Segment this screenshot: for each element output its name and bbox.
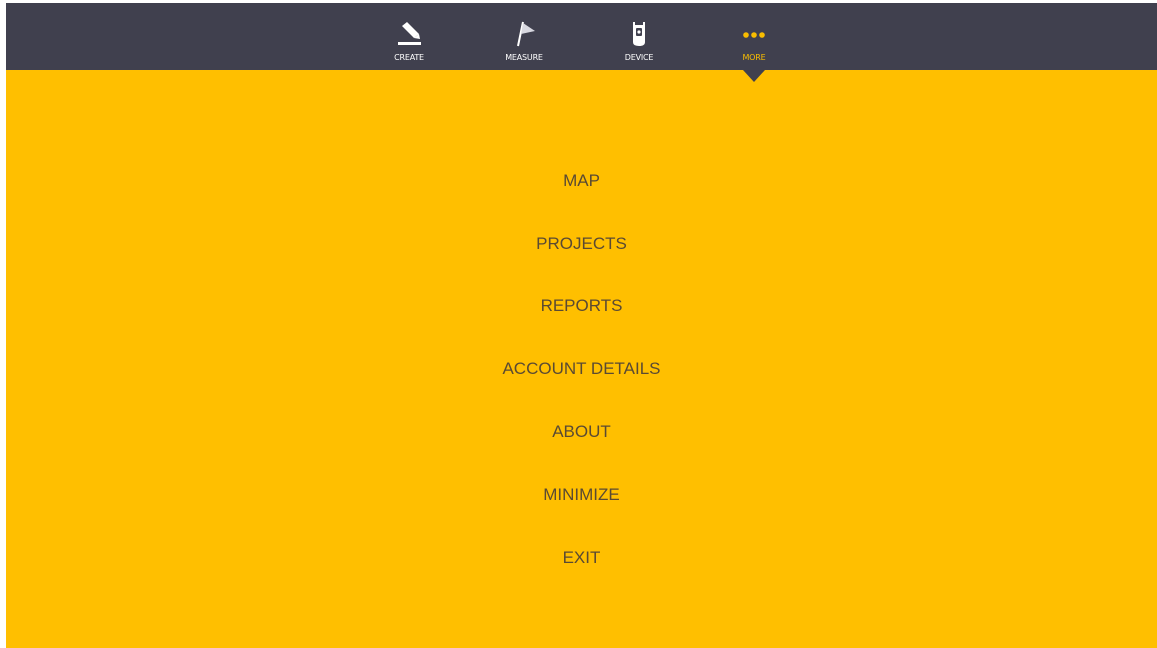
nav-create-button[interactable]: CREATE	[369, 3, 449, 70]
menu-item-reports[interactable]: REPORTS	[6, 291, 1157, 321]
nav-measure-label: MEASURE	[505, 53, 543, 62]
nav-more-button[interactable]: MORE	[714, 3, 794, 70]
nav-device-label: DEVICE	[624, 53, 654, 62]
flag-icon	[517, 21, 535, 47]
menu-item-projects[interactable]: PROJECTS	[6, 229, 1157, 259]
more-menu-panel: MAP PROJECTS REPORTS ACCOUNT DETAILS ABO…	[6, 70, 1157, 648]
app-window: CREATE MEASURE DEVICE MORE MAP PROJECTS …	[6, 3, 1157, 648]
more-dots-icon	[743, 32, 765, 38]
nav-measure-button[interactable]: MEASURE	[484, 3, 564, 70]
nav-device-button[interactable]: DEVICE	[599, 3, 679, 70]
active-tab-indicator	[743, 70, 765, 82]
nav-create-label: CREATE	[394, 53, 424, 62]
pencil-icon	[398, 22, 421, 45]
menu-item-map[interactable]: MAP	[6, 166, 1157, 196]
nav-more-label: MORE	[742, 53, 766, 62]
device-icon	[633, 22, 645, 46]
menu-item-minimize[interactable]: MINIMIZE	[6, 480, 1157, 510]
menu-item-about[interactable]: ABOUT	[6, 417, 1157, 447]
top-navigation-bar: CREATE MEASURE DEVICE MORE	[6, 3, 1157, 70]
menu-item-account-details[interactable]: ACCOUNT DETAILS	[6, 354, 1157, 384]
menu-item-exit[interactable]: EXIT	[6, 543, 1157, 573]
